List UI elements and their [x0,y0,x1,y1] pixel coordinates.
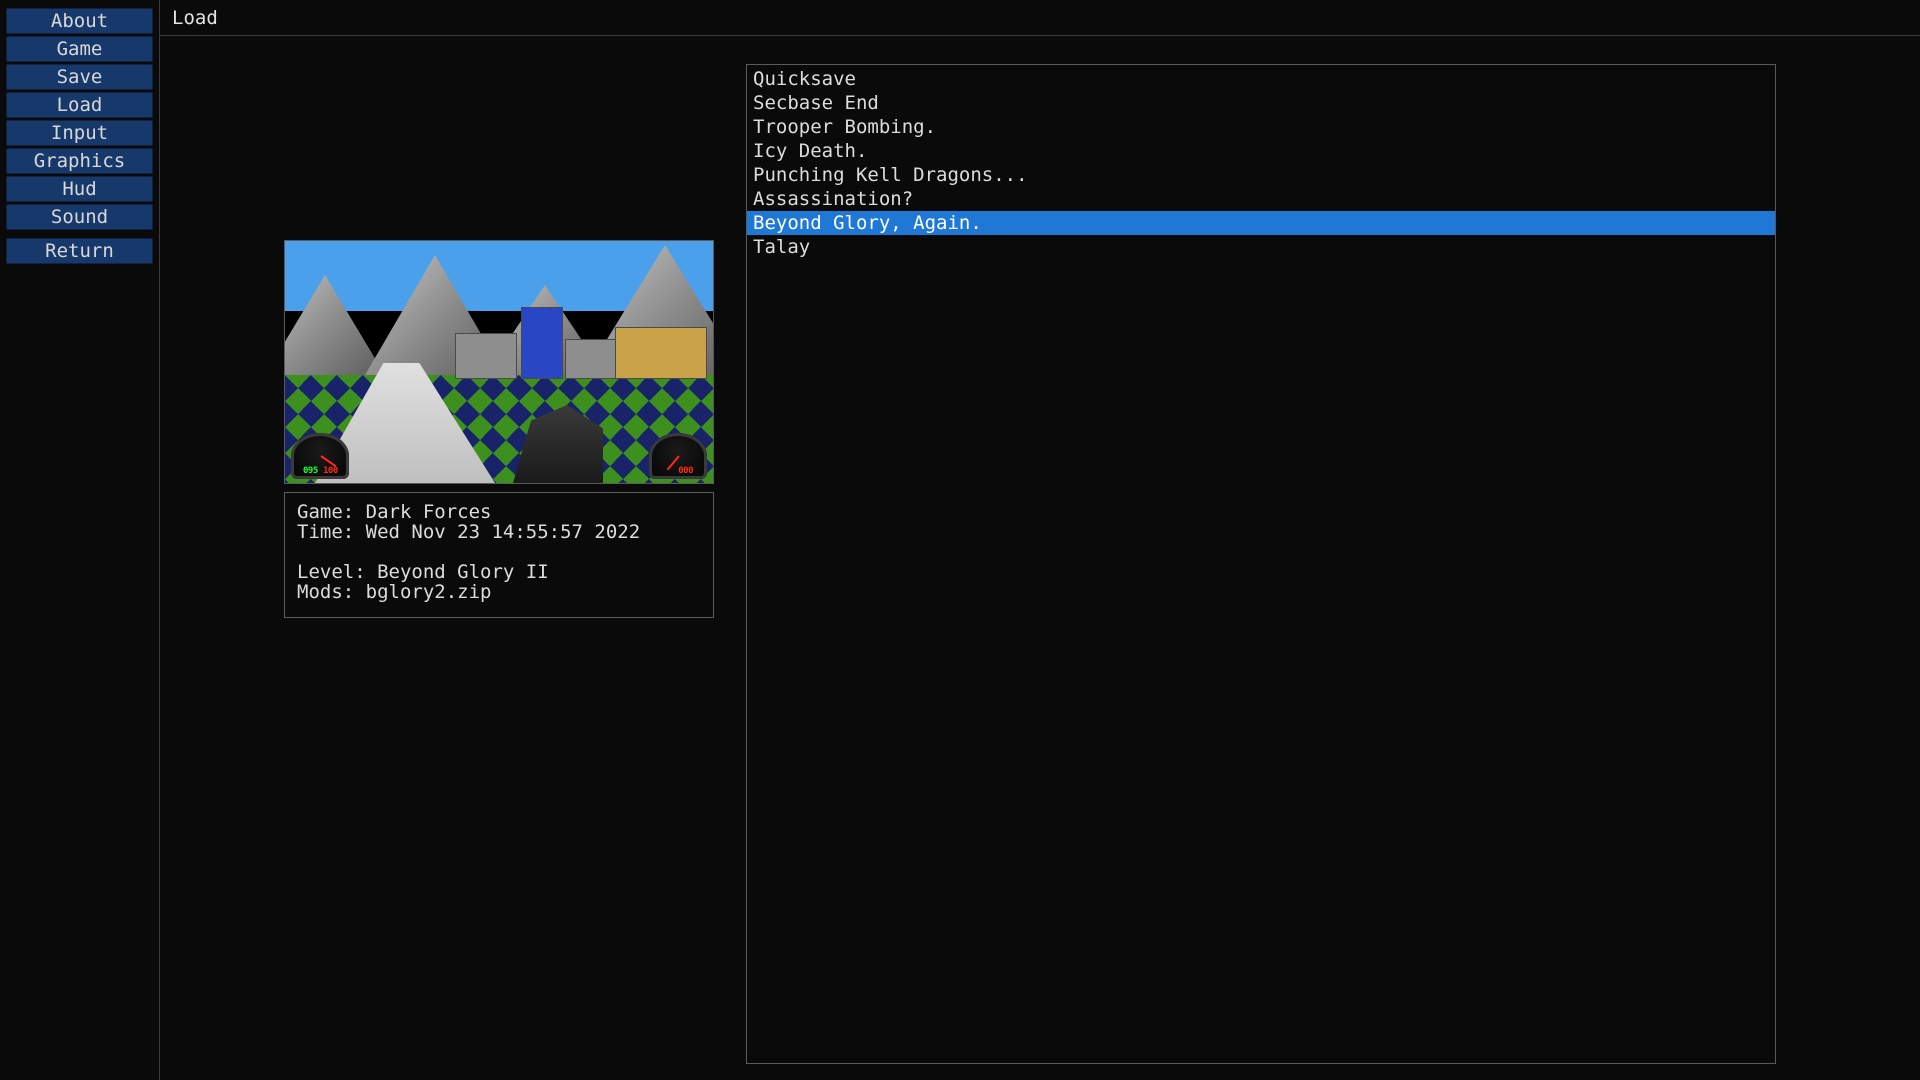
save-item[interactable]: Quicksave [747,67,1775,91]
main-pane: Load [160,0,1920,1080]
hud-ammo-value: 000 [678,466,693,476]
sidebar-item-load[interactable]: Load [6,92,153,118]
hud-dial-left: 095 100 [291,433,349,479]
hud-shield-value: 100 [323,466,338,476]
page-title: Load [160,0,1920,36]
content: 095 100 000 Game: Dark Forces Time: Wed … [160,36,1920,1080]
detail-game-value: Dark Forces [366,501,492,523]
sidebar-item-save[interactable]: Save [6,64,153,90]
save-preview-pane: 095 100 000 Game: Dark Forces Time: Wed … [284,240,714,1064]
save-item[interactable]: Trooper Bombing. [747,115,1775,139]
save-item[interactable]: Icy Death. [747,139,1775,163]
save-item[interactable]: Punching Kell Dragons... [747,163,1775,187]
detail-time-value: Wed Nov 23 14:55:57 2022 [366,521,641,543]
save-item[interactable]: Beyond Glory, Again. [747,211,1775,235]
save-screenshot: 095 100 000 [284,240,714,484]
sidebar: About Game Save Load Input Graphics Hud … [0,0,160,1080]
sidebar-item-sound[interactable]: Sound [6,204,153,230]
detail-level-value: Beyond Glory II [377,561,549,583]
sidebar-item-graphics[interactable]: Graphics [6,148,153,174]
detail-level-label: Level: [297,561,377,583]
sidebar-item-about[interactable]: About [6,8,153,34]
detail-game-label: Game: [297,501,366,523]
hud-health-value: 095 [303,466,318,476]
sidebar-item-hud[interactable]: Hud [6,176,153,202]
save-item[interactable]: Secbase End [747,91,1775,115]
save-item[interactable]: Assassination? [747,187,1775,211]
save-list-pane: QuicksaveSecbase EndTrooper Bombing.Icy … [746,64,1896,1064]
detail-mods-label: Mods: [297,581,366,603]
detail-time-label: Time: [297,521,366,543]
sidebar-item-game[interactable]: Game [6,36,153,62]
sidebar-item-return[interactable]: Return [6,238,153,264]
save-list[interactable]: QuicksaveSecbase EndTrooper Bombing.Icy … [746,64,1776,1064]
hud-dial-right: 000 [649,433,707,479]
app-root: About Game Save Load Input Graphics Hud … [0,0,1920,1080]
save-item[interactable]: Talay [747,235,1775,259]
detail-mods-value: bglory2.zip [366,581,492,603]
save-details: Game: Dark Forces Time: Wed Nov 23 14:55… [284,492,714,618]
sidebar-item-input[interactable]: Input [6,120,153,146]
